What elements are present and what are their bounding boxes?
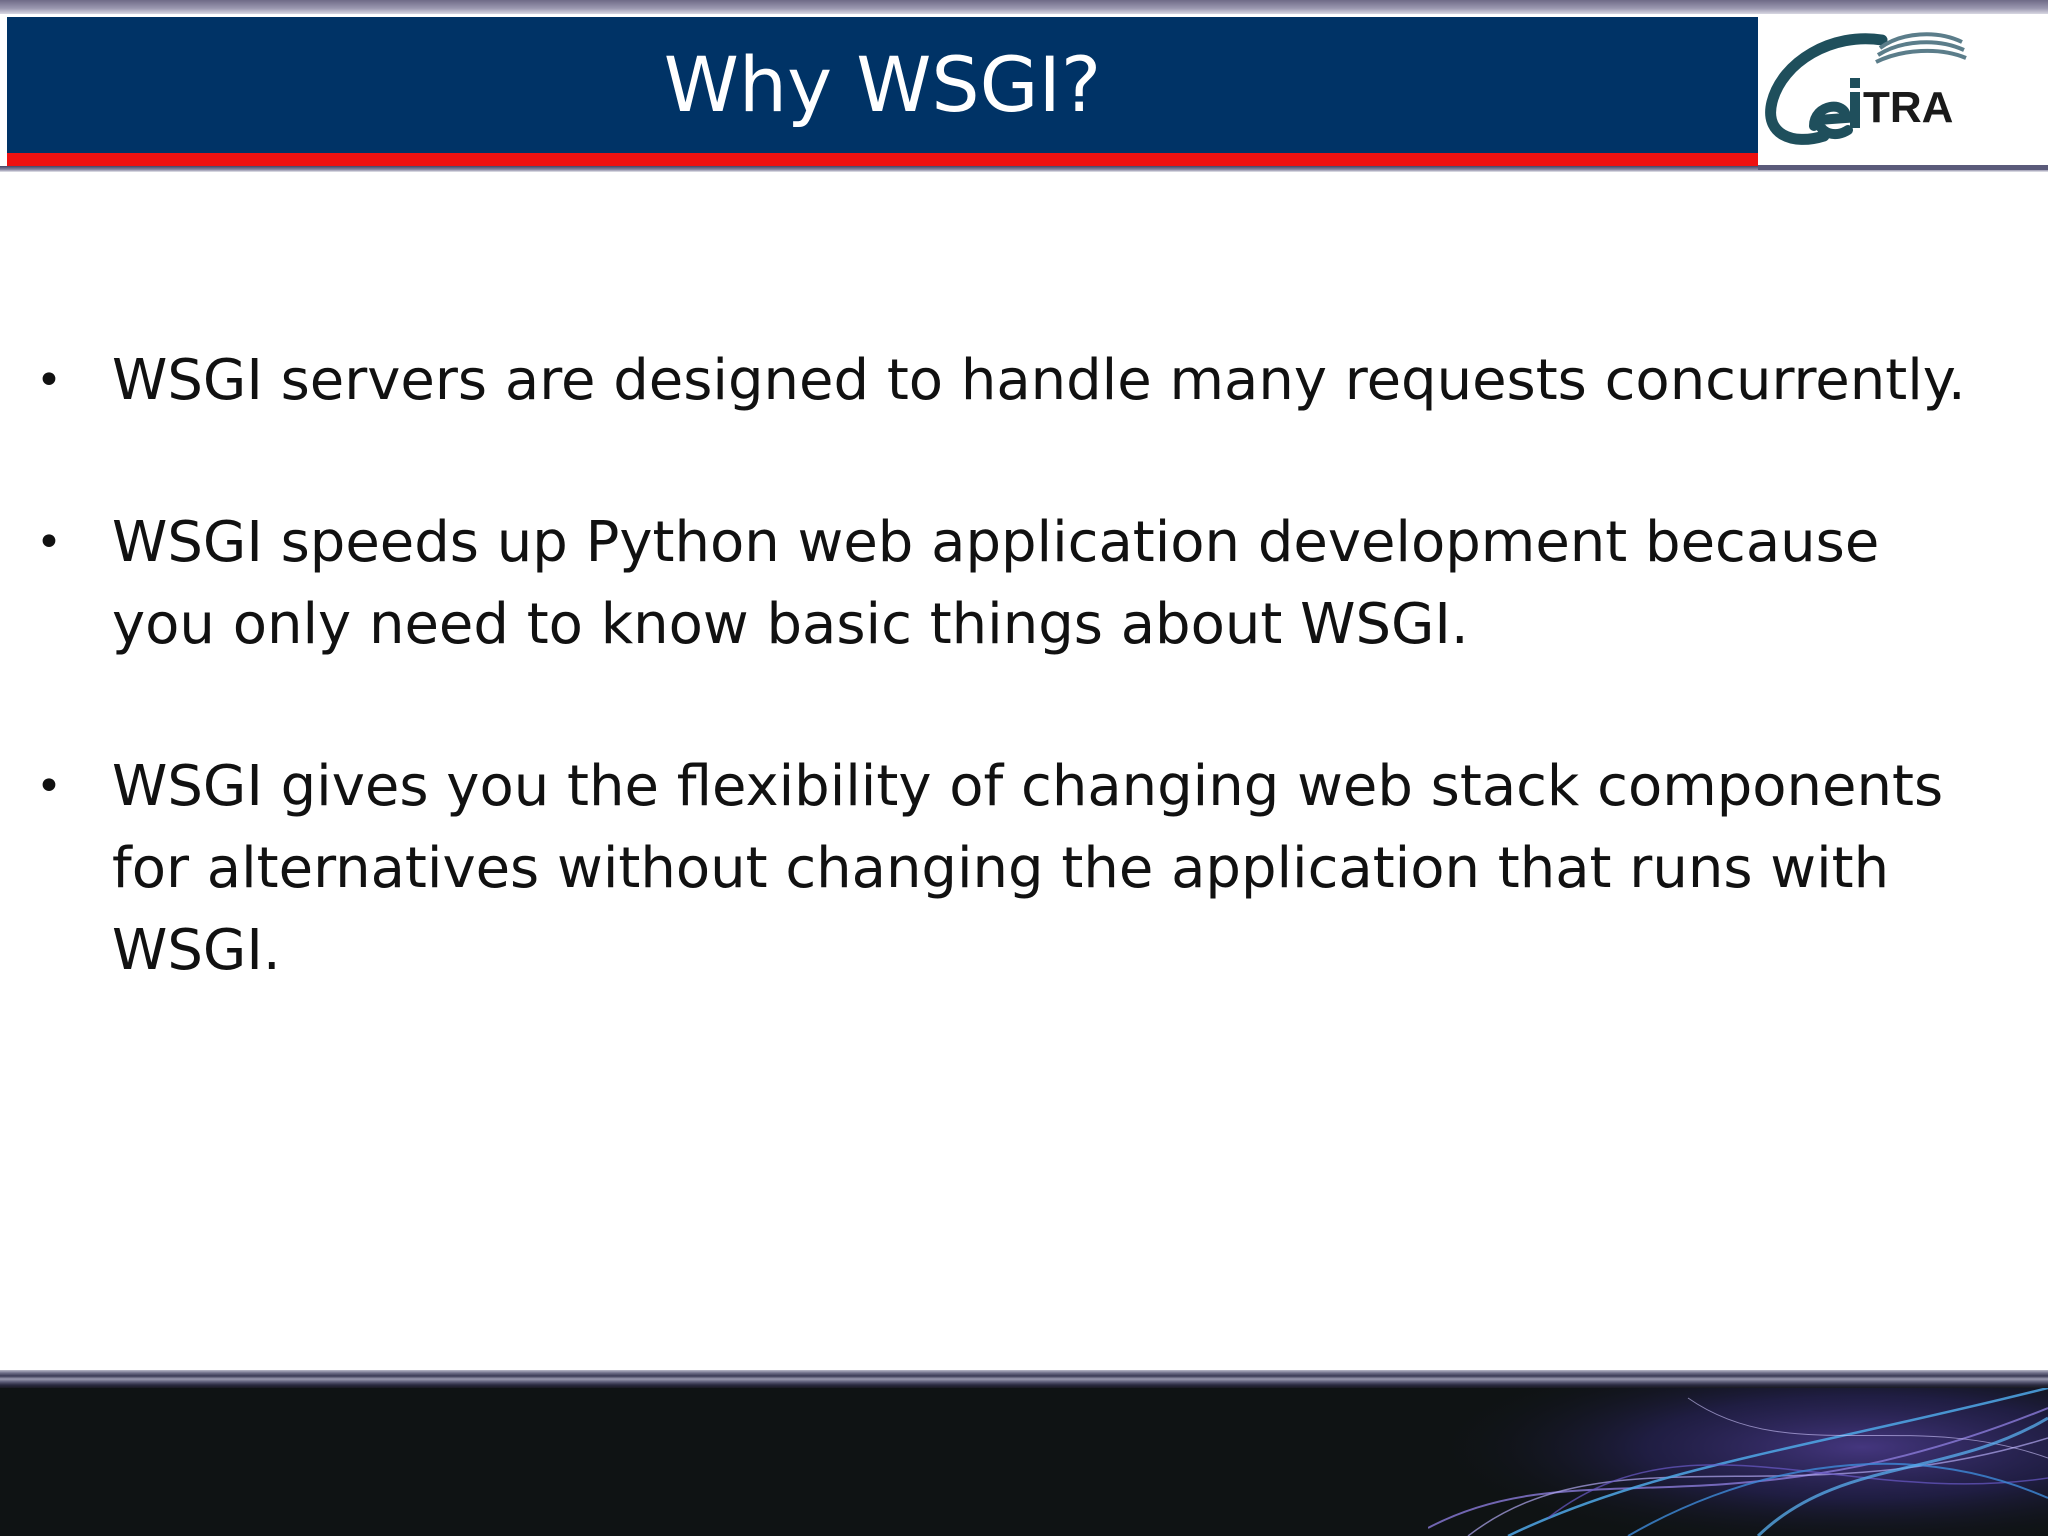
bullet-glyph: • [36,355,62,406]
svg-text:TRA: TRA [1863,83,1953,132]
bullet-glyph: • [36,517,62,568]
logo-divider [1758,165,2048,170]
eitra-logo-icon: TRA [1765,32,1967,145]
bullet-glyph: • [36,761,62,812]
bullet-list: • WSGI servers are designed to handle ma… [30,340,1980,1072]
bullet-item: • WSGI servers are designed to handle ma… [30,340,1980,422]
footer-band [0,1388,2048,1536]
bullet-text: WSGI servers are designed to handle many… [112,348,1966,413]
header-divider [0,166,2048,172]
footer-divider [0,1370,2048,1388]
bullet-text: WSGI gives you the flexibility of changi… [112,754,1944,983]
bullet-text: WSGI speeds up Python web application de… [112,510,1880,657]
bullet-item: • WSGI speeds up Python web application … [30,502,1980,666]
title-accent-line [7,153,1758,166]
top-border [0,0,2048,14]
decorative-swirl-icon [1428,1388,2048,1536]
bullet-item: • WSGI gives you the flexibility of chan… [30,746,1980,992]
slide: Why WSGI? TRA • WSGI servers are designe… [0,0,2048,1536]
slide-title: Why WSGI? [663,40,1102,129]
